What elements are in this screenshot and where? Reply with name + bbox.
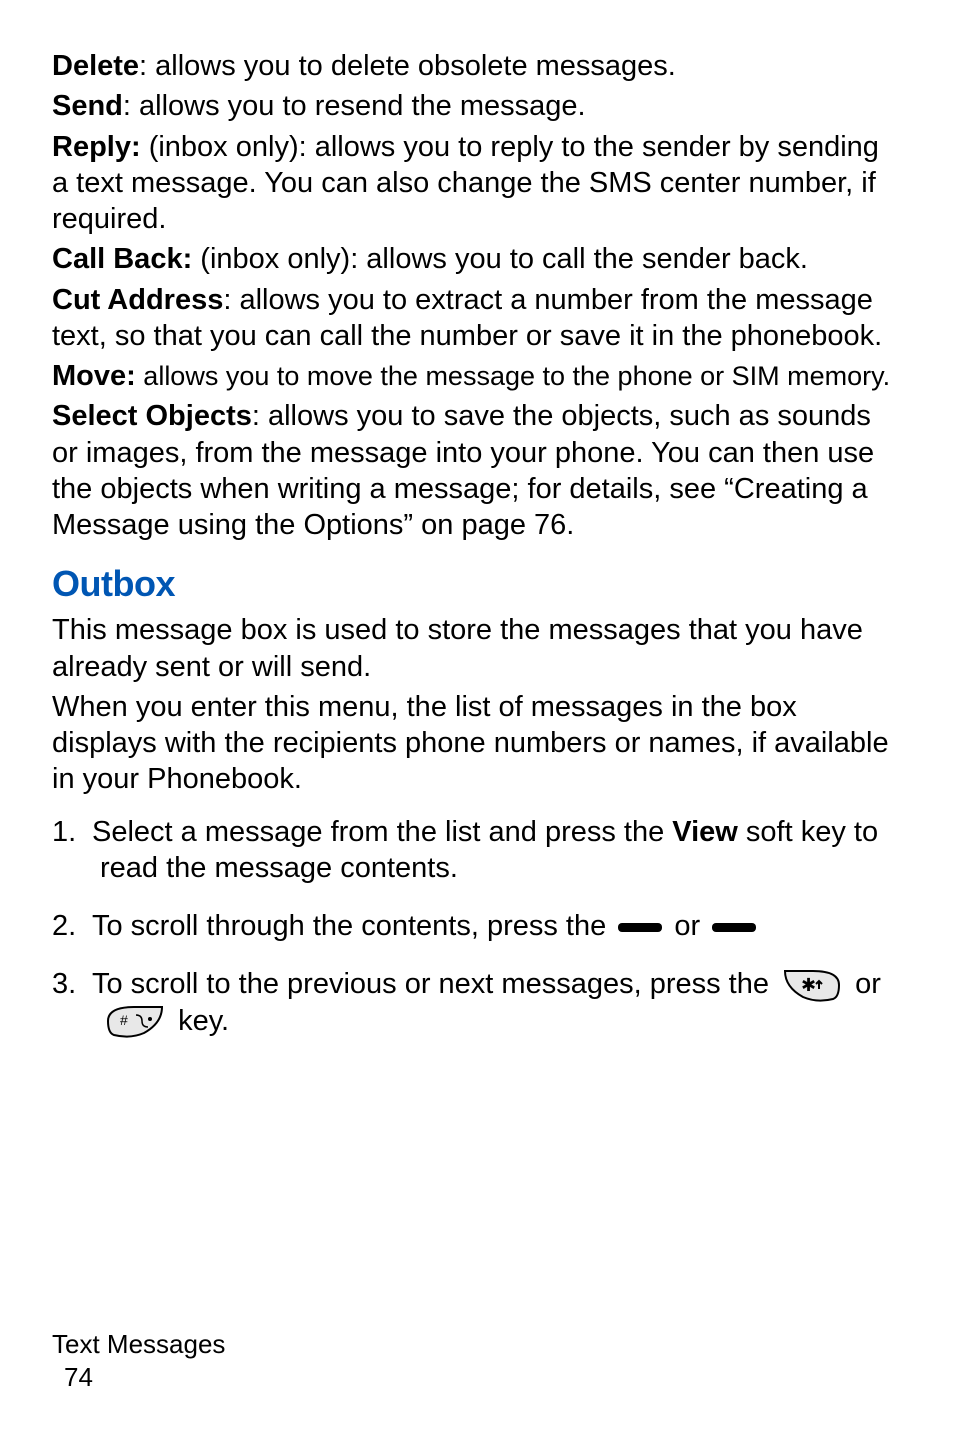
step2-pre: To scroll through the contents, press th… bbox=[92, 910, 614, 942]
option-reply: Reply: (inbox only): allows you to reply… bbox=[52, 129, 902, 238]
nav-key-icon bbox=[712, 923, 756, 932]
step3-key: key. bbox=[178, 1005, 229, 1037]
term-send: Send bbox=[52, 90, 123, 122]
page-footer: Text Messages 74 bbox=[52, 1328, 225, 1393]
term-move: Move: bbox=[52, 360, 136, 392]
step3-pre: To scroll to the previous or next messag… bbox=[92, 968, 777, 1000]
outbox-para1: This message box is used to store the me… bbox=[52, 612, 902, 685]
step2-mid: or bbox=[666, 910, 708, 942]
term-selectobjects: Select Objects bbox=[52, 400, 252, 432]
steps-list: 1.Select a message from the list and pre… bbox=[52, 814, 902, 1039]
footer-title: Text Messages bbox=[52, 1328, 225, 1361]
desc-move: allows you to move the message to the ph… bbox=[136, 361, 890, 391]
desc-delete: : allows you to delete obsolete messages… bbox=[139, 50, 676, 82]
desc-reply: (inbox only): allows you to reply to the… bbox=[52, 131, 879, 236]
step-number: 2. bbox=[52, 908, 92, 944]
hash-key-icon: # bbox=[106, 1005, 164, 1039]
svg-text:✱: ✱ bbox=[801, 975, 816, 995]
desc-callback: (inbox only): allows you to call the sen… bbox=[192, 243, 808, 275]
option-callback: Call Back: (inbox only): allows you to c… bbox=[52, 241, 902, 277]
heading-outbox: Outbox bbox=[52, 561, 902, 606]
step3-or: or bbox=[855, 968, 881, 1000]
term-reply: Reply: bbox=[52, 131, 141, 163]
step-number: 1. bbox=[52, 814, 92, 850]
step-number: 3. bbox=[52, 966, 92, 1002]
option-move: Move: allows you to move the message to … bbox=[52, 358, 902, 394]
option-send: Send: allows you to resend the message. bbox=[52, 88, 902, 124]
option-delete: Delete: allows you to delete obsolete me… bbox=[52, 48, 902, 84]
step1-pre: Select a message from the list and press… bbox=[92, 816, 672, 848]
svg-text:#: # bbox=[120, 1012, 128, 1028]
step1-bold: View bbox=[672, 816, 738, 848]
option-selectobjects: Select Objects: allows you to save the o… bbox=[52, 398, 902, 543]
step-1: 1.Select a message from the list and pre… bbox=[52, 814, 902, 887]
term-delete: Delete bbox=[52, 50, 139, 82]
desc-send: : allows you to resend the message. bbox=[123, 90, 586, 122]
footer-page-number: 74 bbox=[64, 1361, 225, 1394]
step-2: 2.To scroll through the contents, press … bbox=[52, 908, 902, 944]
step-3: 3.To scroll to the previous or next mess… bbox=[52, 966, 902, 1039]
term-cutaddress: Cut Address bbox=[52, 284, 223, 316]
option-cutaddress: Cut Address: allows you to extract a num… bbox=[52, 282, 902, 355]
term-callback: Call Back: bbox=[52, 243, 192, 275]
star-key-icon: ✱ bbox=[783, 969, 841, 1003]
outbox-para2: When you enter this menu, the list of me… bbox=[52, 689, 902, 798]
nav-key-icon bbox=[618, 923, 662, 932]
